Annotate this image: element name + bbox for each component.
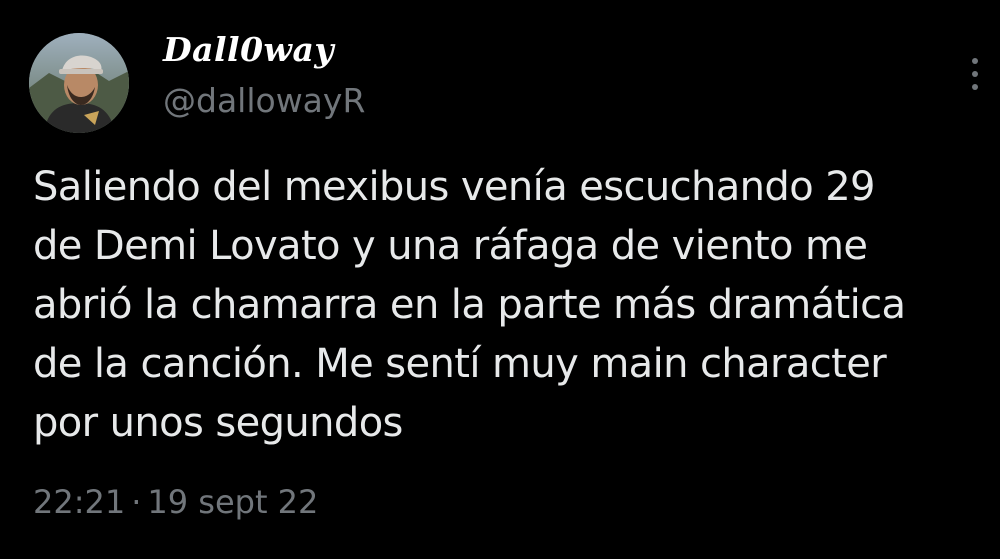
tweet-card: Dall0way @dallowayR Saliendo del mexibus… — [0, 0, 1000, 559]
tweet-time: 22:21 — [33, 483, 126, 521]
display-name[interactable]: Dall0way — [163, 30, 334, 69]
user-avatar-photo-icon — [29, 33, 129, 133]
tweet-text-line: de la canción. Me sentí muy main charact… — [33, 341, 887, 387]
vertical-ellipsis-icon — [972, 71, 978, 77]
vertical-ellipsis-icon — [972, 58, 978, 64]
avatar[interactable] — [29, 33, 129, 133]
tweet-text: Saliendo del mexibus venía escuchando 29… — [33, 158, 988, 453]
user-handle[interactable]: @dallowayR — [163, 81, 365, 120]
meta-separator: · — [131, 483, 142, 521]
tweet-text-line: abrió la chamarra en la parte más dramát… — [33, 282, 906, 328]
tweet-text-line: de Demi Lovato y una ráfaga de viento me — [33, 223, 868, 269]
more-options-button[interactable] — [962, 56, 988, 92]
tweet-date: 19 sept 22 — [147, 483, 319, 521]
vertical-ellipsis-icon — [972, 84, 978, 90]
tweet-text-line: por unos segundos — [33, 400, 403, 446]
tweet-timestamp[interactable]: 22:21 · 19 sept 22 — [33, 483, 318, 521]
tweet-text-line: Saliendo del mexibus venía escuchando 29 — [33, 164, 876, 210]
